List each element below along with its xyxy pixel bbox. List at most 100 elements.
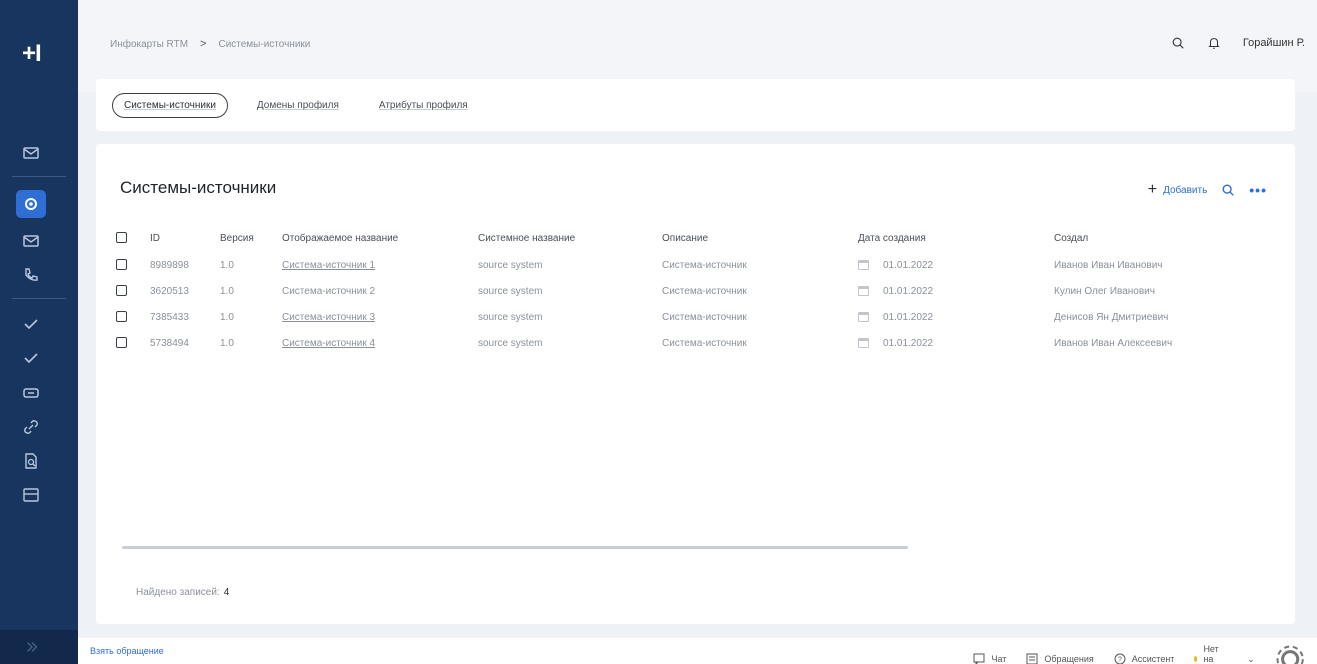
records-found-count: 4 [223,587,230,598]
tabs-bar: Системы-источники Домены профиля Атрибут… [96,79,1295,131]
records-found-label: Найдено записей: [136,587,220,598]
search-icon[interactable] [1221,183,1235,197]
gear-icon[interactable] [1275,644,1305,664]
breadcrumb-item[interactable]: Инфокарты RTM [110,39,188,50]
cell-created-date: 01.01.2022 [883,259,934,271]
main-card: Системы-источники + Добавить ••• ID Верс… [96,144,1295,624]
cell-author: Денисов Ян Дмитриевич [1054,311,1169,323]
cell-system-name: source system [478,259,543,271]
cell-display-name-link[interactable]: Система-источник 4 [282,338,375,349]
bell-icon[interactable] [1207,36,1221,50]
cell-id: 5738494 [150,337,189,349]
chat-button[interactable]: Чат [973,653,1006,664]
help-icon: ? [1114,653,1126,664]
calendar-icon [858,259,869,270]
cell-system-name: source system [478,337,543,349]
table-icon[interactable] [0,480,78,510]
calendar-icon [858,285,869,296]
phone-icon[interactable] [0,260,78,290]
row-checkbox[interactable] [116,259,127,271]
status-bar: Взять обращение Чат Обращения ? Ассистен… [78,638,1317,664]
double-chevron-right-icon [27,642,38,652]
column-header-display-name[interactable]: Отображаемое название [282,224,478,252]
row-checkbox[interactable] [116,311,127,323]
column-header-id[interactable]: ID [150,224,220,252]
search-icon[interactable] [1171,36,1185,50]
breadcrumb: Инфокарты RTM > Системы-источники [110,38,310,50]
calendar-icon [858,337,869,348]
cell-id: 3620513 [150,285,189,297]
ticket-icon[interactable] [0,378,78,408]
cell-created-date: 01.01.2022 [883,285,934,297]
status-dot [1194,656,1198,663]
take-request-link[interactable]: Взять обращение [90,646,164,656]
row-checkbox[interactable] [116,337,127,349]
column-header-created-date[interactable]: Дата создания [858,224,1054,252]
collapse-sidebar-button[interactable] [0,630,78,664]
cell-description: Система-источник [662,337,747,349]
cell-version: 1.0 [220,259,234,271]
check-icon[interactable] [0,309,78,339]
cell-created-date: 01.01.2022 [883,337,934,349]
requests-icon [1026,653,1038,664]
table-header-row: ID Версия Отображаемое название Системно… [116,224,1234,252]
more-menu-button[interactable]: ••• [1249,182,1267,198]
svg-text:?: ? [1118,657,1122,664]
column-header-description[interactable]: Описание [662,224,858,252]
mail-icon[interactable] [0,226,78,256]
cell-created-date: 01.01.2022 [883,311,934,323]
horizontal-scrollbar[interactable] [122,546,908,549]
row-checkbox[interactable] [116,285,127,297]
table-row[interactable]: 5738494 1.0 Система-источник 4 source sy… [116,330,1234,356]
add-button[interactable]: + Добавить [1148,182,1208,198]
page-title: Системы-источники [120,178,277,197]
cell-author: Иванов Иван Иванович [1054,259,1163,271]
presence-status-select[interactable]: Нет на месте ⌄ [1194,644,1255,664]
source-systems-table: ID Версия Отображаемое название Системно… [116,224,1234,356]
chevron-down-icon: ⌄ [1247,653,1255,664]
calendar-icon [858,311,869,322]
cell-author: Иванов Иван Алексеевич [1054,337,1173,349]
card-actions: + Добавить ••• [1148,182,1267,199]
cell-display-name[interactable]: Система-источник 2 [282,286,375,297]
cell-display-name-link[interactable]: Система-источник 1 [282,260,375,271]
plus-icon: + [1147,181,1158,198]
cell-version: 1.0 [220,311,234,323]
requests-button[interactable]: Обращения [1026,653,1094,664]
table-row[interactable]: 7385433 1.0 Система-источник 3 source sy… [116,304,1234,330]
select-all-checkbox[interactable] [116,232,127,244]
cell-author: Кулин Олег Иванович [1054,285,1155,297]
column-header-author[interactable]: Создал [1054,224,1234,252]
cell-id: 8989898 [150,259,189,271]
cell-version: 1.0 [220,337,234,349]
cell-description: Система-источник [662,259,747,271]
assistant-button[interactable]: ? Ассистент [1114,653,1174,664]
breadcrumb-current: Системы-источники [218,38,311,50]
document-search-icon[interactable] [0,446,78,476]
sidebar: +I [0,0,78,664]
column-header-system-name[interactable]: Системное название [478,224,662,252]
table-row[interactable]: 3620513 1.0 Система-источник 2 source sy… [116,278,1234,304]
check-icon[interactable] [0,343,78,373]
link-icon[interactable] [0,412,78,442]
header-actions: Горайшин Р. [1171,36,1305,50]
cell-system-name: source system [478,285,543,297]
mail-icon[interactable] [0,138,78,168]
cell-system-name: source system [478,311,543,323]
breadcrumb-separator: > [200,38,207,50]
cell-description: Система-источник [662,311,747,323]
tab-source-systems[interactable]: Системы-источники [112,93,228,118]
add-button-label: Добавить [1163,184,1208,196]
tab-profile-attributes[interactable]: Атрибуты профиля [368,94,479,117]
user-name[interactable]: Горайшин Р. [1243,37,1305,49]
tab-profile-domains[interactable]: Домены профиля [246,94,350,117]
cell-version: 1.0 [220,285,234,297]
cell-description: Система-источник [662,285,747,297]
chat-icon [973,653,985,664]
settings-icon[interactable] [0,189,78,219]
app-logo[interactable]: +I [22,40,42,68]
column-header-version[interactable]: Версия [220,224,282,252]
table-row[interactable]: 8989898 1.0 Система-источник 1 source sy… [116,252,1234,278]
records-found: Найдено записей: 4 [136,587,229,598]
cell-display-name-link[interactable]: Система-источник 3 [282,312,375,323]
